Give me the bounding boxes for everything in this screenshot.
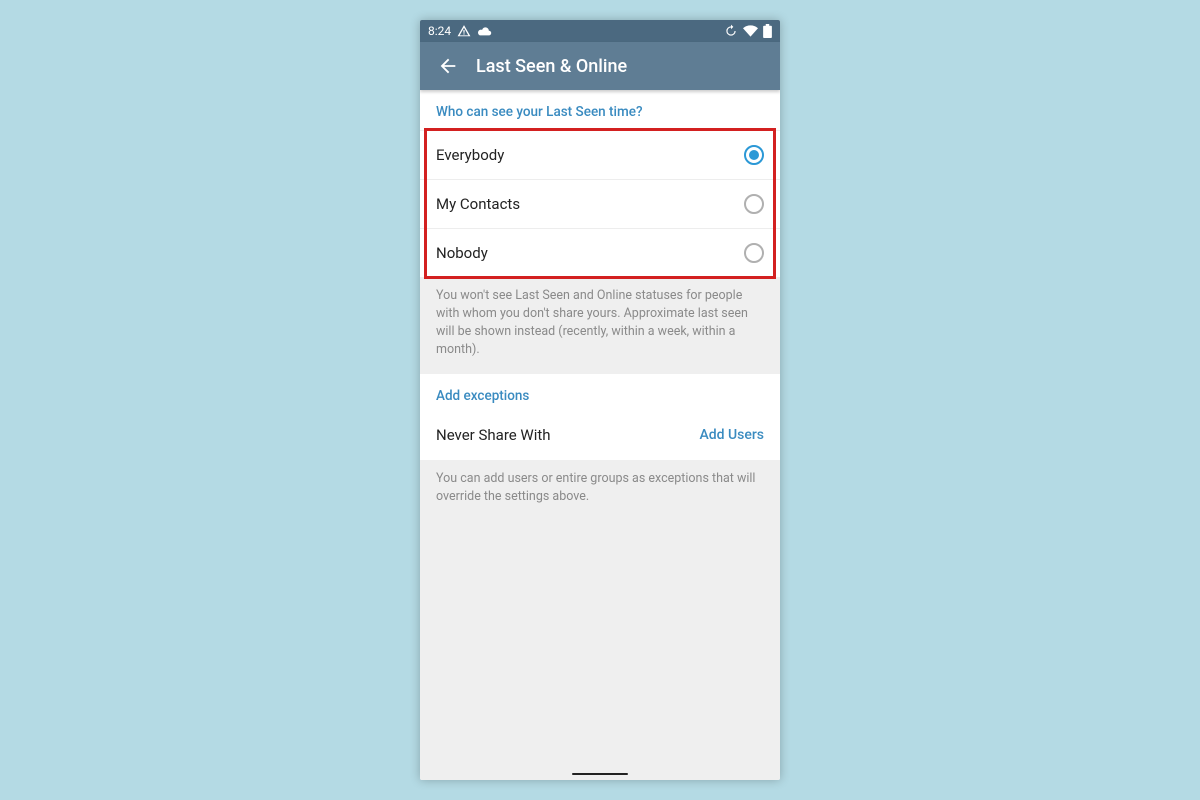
- radio-option-everybody[interactable]: Everybody: [420, 130, 780, 179]
- never-share-label: Never Share With: [436, 426, 551, 444]
- radio-option-nobody[interactable]: Nobody: [420, 228, 780, 277]
- warning-icon: [457, 24, 471, 38]
- section-header-exceptions: Add exceptions: [420, 374, 780, 414]
- radio-indicator-icon: [744, 145, 764, 165]
- radio-option-my-contacts[interactable]: My Contacts: [420, 179, 780, 228]
- rotate-icon: [724, 24, 738, 38]
- section-header-who: Who can see your Last Seen time?: [420, 90, 780, 130]
- content-area: Who can see your Last Seen time? Everybo…: [420, 90, 780, 780]
- stage: 8:24: [0, 0, 1200, 800]
- back-button[interactable]: [428, 46, 468, 86]
- radio-group-visibility: Everybody My Contacts Nobody: [420, 130, 780, 277]
- radio-indicator-icon: [744, 194, 764, 214]
- app-bar: Last Seen & Online: [420, 42, 780, 90]
- arrow-left-icon: [437, 55, 459, 77]
- radio-label: My Contacts: [436, 195, 520, 213]
- wifi-icon: [743, 25, 758, 37]
- radio-label: Nobody: [436, 244, 488, 262]
- cloud-icon: [477, 25, 492, 37]
- home-indicator[interactable]: [572, 773, 628, 775]
- radio-label: Everybody: [436, 146, 504, 164]
- status-bar: 8:24: [420, 20, 780, 42]
- who-can-see-section: Who can see your Last Seen time? Everybo…: [420, 90, 780, 277]
- add-users-button[interactable]: Add Users: [699, 427, 764, 443]
- page-title: Last Seen & Online: [476, 56, 627, 77]
- help-text-exceptions: You can add users or entire groups as ex…: [420, 460, 780, 520]
- phone-frame: 8:24: [420, 20, 780, 780]
- exceptions-section: Add exceptions Never Share With Add User…: [420, 374, 780, 460]
- battery-icon: [763, 24, 772, 38]
- never-share-row[interactable]: Never Share With Add Users: [420, 414, 780, 460]
- radio-indicator-icon: [744, 243, 764, 263]
- status-time: 8:24: [428, 24, 451, 38]
- help-text-visibility: You won't see Last Seen and Online statu…: [420, 277, 780, 374]
